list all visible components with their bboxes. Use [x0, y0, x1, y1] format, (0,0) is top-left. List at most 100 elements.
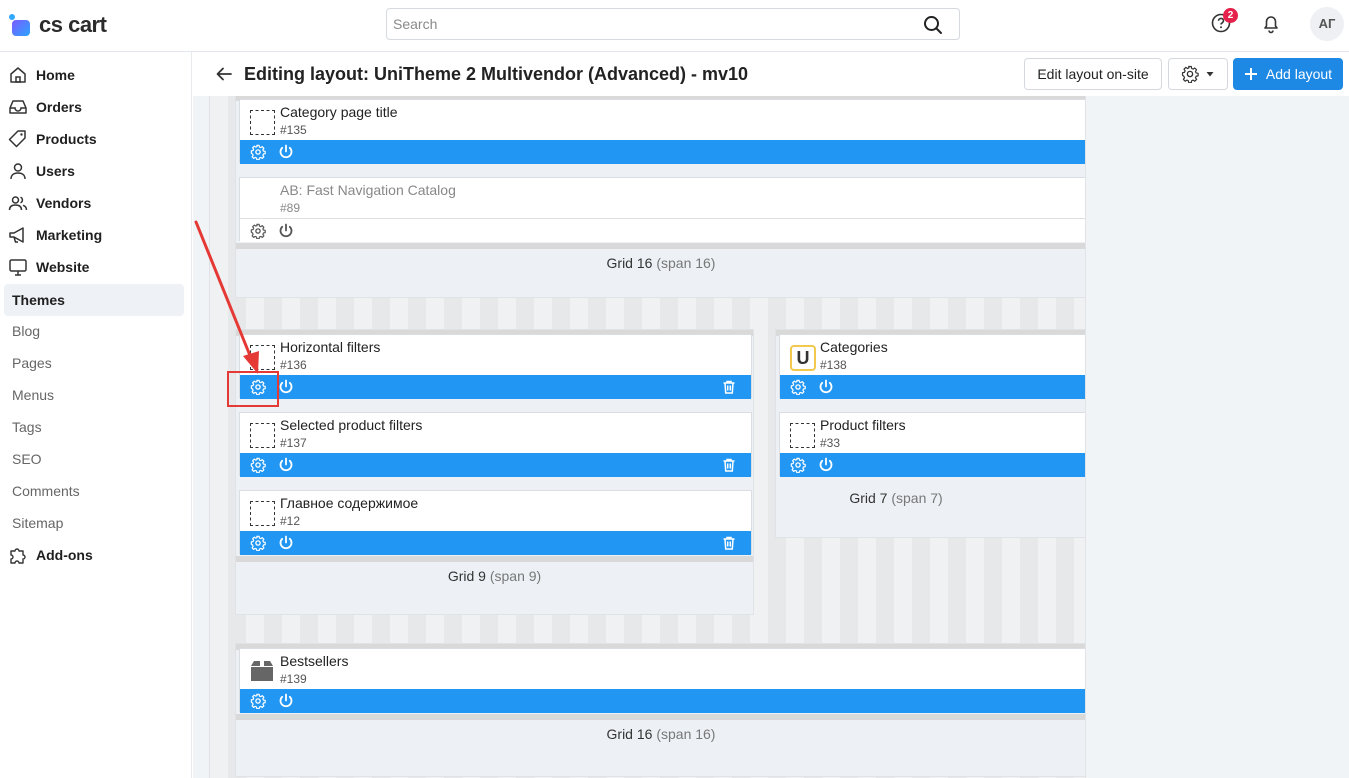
bell-icon — [1264, 16, 1278, 34]
search-input[interactable] — [393, 9, 913, 39]
sidebar-item-orders[interactable]: Orders — [0, 91, 192, 123]
block-selected-product-filters[interactable]: Selected product filters #137 — [239, 412, 752, 477]
sidebar-item-pages[interactable]: Pages — [0, 347, 192, 379]
block-toolbar — [780, 453, 1085, 477]
sidebar-item-tags[interactable]: Tags — [0, 411, 192, 443]
settings-dropdown-button[interactable] — [1168, 58, 1228, 90]
plus-icon — [1244, 68, 1257, 80]
grid-divider — [236, 556, 753, 562]
power-icon[interactable] — [278, 457, 294, 473]
block-title: Selected product filters — [280, 417, 423, 433]
sidebar-item-label: Home — [36, 67, 75, 83]
back-arrow-icon[interactable] — [215, 65, 233, 88]
gear-icon[interactable] — [250, 457, 266, 474]
sidebar-item-menus[interactable]: Menus — [0, 379, 192, 411]
user-icon — [8, 161, 28, 181]
sidebar-item-sitemap[interactable]: Sitemap — [0, 507, 192, 539]
block-fast-navigation-catalog[interactable]: AB: Fast Navigation Catalog #89 — [239, 177, 1085, 242]
tag-icon — [8, 129, 28, 149]
sidebar-item-addons[interactable]: Add-ons — [0, 539, 192, 571]
logo[interactable]: cs cart — [9, 12, 107, 38]
power-icon[interactable] — [818, 457, 834, 473]
block-id: #33 — [820, 436, 841, 450]
gear-icon[interactable] — [250, 535, 266, 552]
trash-icon[interactable] — [721, 379, 737, 395]
block-title: Category page title — [280, 104, 398, 120]
grid-name: Grid 16 — [606, 726, 653, 742]
grid-span: (span 7) — [891, 490, 943, 506]
monitor-icon — [8, 257, 28, 277]
power-icon[interactable] — [278, 535, 294, 551]
megaphone-icon — [8, 225, 28, 245]
sidebar-item-seo[interactable]: SEO — [0, 443, 192, 475]
gear-icon[interactable] — [250, 223, 266, 240]
power-icon[interactable] — [278, 693, 294, 709]
block-category-page-title[interactable]: Category page title #135 — [239, 99, 1085, 164]
sidebar-item-label: SEO — [12, 451, 42, 467]
avatar[interactable]: АГ — [1310, 7, 1344, 41]
sidebar-item-label: Marketing — [36, 227, 103, 243]
block-categories[interactable]: U Categories #138 — [779, 334, 1085, 399]
sidebar-item-home[interactable]: Home — [0, 59, 192, 91]
home-icon — [8, 65, 28, 85]
sidebar-item-products[interactable]: Products — [0, 123, 192, 155]
block-product-filters[interactable]: Product filters #33 — [779, 412, 1085, 477]
sidebar-item-themes[interactable]: Themes — [4, 284, 184, 316]
block-bestsellers[interactable]: Bestsellers #139 — [239, 648, 1085, 713]
sidebar-item-label: Add-ons — [36, 547, 93, 563]
page-title: Editing layout: UniTheme 2 Multivendor (… — [244, 64, 749, 84]
sidebar-item-blog[interactable]: Blog — [0, 315, 192, 347]
sidebar-item-website[interactable]: Website — [0, 251, 192, 283]
grid-divider — [236, 243, 1085, 249]
logo-text: cs cart — [39, 12, 107, 37]
trash-icon[interactable] — [721, 535, 737, 551]
block-placeholder-icon — [790, 423, 815, 448]
gear-icon[interactable] — [790, 457, 806, 474]
sidebar-item-comments[interactable]: Comments — [0, 475, 192, 507]
grid-name: Grid 9 — [447, 568, 486, 584]
block-title: Bestsellers — [280, 653, 349, 669]
sidebar-item-marketing[interactable]: Marketing — [0, 219, 192, 251]
grid-container[interactable]: U Categories #138 Product filters #33 Gr… — [775, 329, 1085, 538]
sidebar-item-users[interactable]: Users — [0, 155, 192, 187]
block-toolbar — [780, 375, 1085, 399]
power-icon[interactable] — [278, 379, 294, 395]
grid-container[interactable]: Horizontal filters #136 Selected product… — [235, 329, 754, 615]
block-horizontal-filters[interactable]: Horizontal filters #136 — [239, 334, 752, 399]
grid-span: (span 9) — [489, 568, 542, 584]
block-main-content[interactable]: Главное содержимое #12 — [239, 490, 752, 555]
gear-icon[interactable] — [790, 379, 806, 396]
sidebar-item-vendors[interactable]: Vendors — [0, 187, 192, 219]
block-id: #139 — [280, 672, 307, 686]
power-icon[interactable] — [818, 379, 834, 395]
block-id: #89 — [280, 201, 301, 215]
add-layout-button[interactable]: Add layout — [1233, 58, 1343, 90]
block-id: #136 — [280, 358, 307, 372]
inbox-icon — [8, 97, 28, 117]
notification-badge: 2 — [1223, 8, 1238, 23]
grid-container[interactable]: Category page title #135 AB: Fast Naviga… — [235, 96, 1085, 298]
block-toolbar — [240, 375, 751, 399]
edit-layout-onsite-button[interactable]: Edit layout on-site — [1024, 58, 1162, 90]
notifications-button[interactable] — [1260, 12, 1282, 39]
block-id: #12 — [280, 514, 301, 528]
puzzle-icon — [8, 545, 28, 565]
grid-name: Grid 16 — [606, 255, 653, 271]
help-button[interactable]: 2 — [1210, 8, 1238, 39]
block-toolbar — [240, 453, 751, 477]
gear-icon[interactable] — [250, 144, 266, 161]
sidebar-item-label: Blog — [12, 323, 41, 339]
gear-icon[interactable] — [250, 693, 266, 710]
block-placeholder-icon — [250, 110, 275, 135]
power-icon[interactable] — [278, 223, 294, 239]
trash-icon[interactable] — [721, 457, 737, 473]
power-icon[interactable] — [278, 144, 294, 160]
grid-label: Grid 16 (span 16) — [236, 726, 1085, 742]
button-label: Edit layout on-site — [1037, 66, 1149, 82]
grid-container[interactable]: Bestsellers #139 Grid 16 (span 16) — [235, 643, 1085, 777]
grid-divider — [236, 714, 1085, 720]
search-icon[interactable] — [923, 15, 943, 40]
block-placeholder-icon — [250, 345, 275, 370]
grid-label: Grid 9 (span 9) — [236, 568, 753, 584]
sidebar-item-label: Orders — [36, 99, 82, 115]
